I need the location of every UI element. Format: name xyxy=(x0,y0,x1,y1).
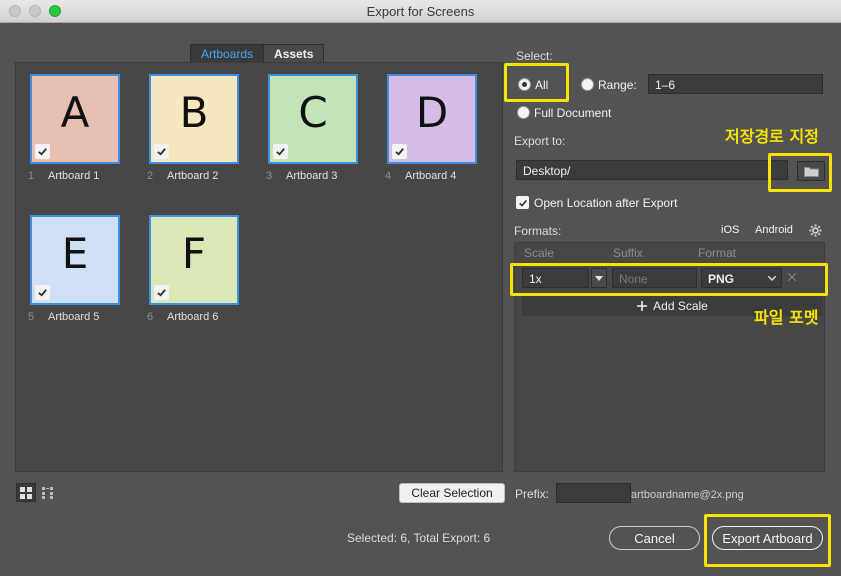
artboard-thumbnail[interactable]: F xyxy=(149,215,239,305)
artboard-number: 6 xyxy=(147,311,154,323)
artboard-thumbnail[interactable]: A xyxy=(30,74,120,164)
title-bar: Export for Screens xyxy=(0,0,841,23)
artboard-letter: B xyxy=(179,87,209,137)
open-location-checkbox[interactable] xyxy=(516,196,529,209)
artboard-checkbox[interactable] xyxy=(154,285,169,300)
suffix-column-header: Suffix xyxy=(613,246,643,260)
list-view-icon xyxy=(41,486,53,499)
artboard-number: 1 xyxy=(28,170,35,182)
artboard-letter: F xyxy=(181,228,207,278)
artboard-tile[interactable]: B 2 Artboard 2 xyxy=(147,74,239,182)
tab-bar: Artboards Assets xyxy=(190,44,325,63)
artboard-label: 2 Artboard 2 xyxy=(147,170,277,182)
grid-view-icon xyxy=(20,486,32,499)
highlight-box xyxy=(768,153,832,192)
artboard-letter: A xyxy=(60,87,90,137)
list-view-button[interactable] xyxy=(38,483,58,502)
window-title: Export for Screens xyxy=(366,4,475,19)
grid-view-button[interactable] xyxy=(16,483,36,502)
artboard-name: Artboard 6 xyxy=(167,311,219,323)
range-radio-label: Range: xyxy=(598,78,637,92)
checkmark-icon xyxy=(157,289,166,297)
artboard-label: 3 Artboard 3 xyxy=(266,170,396,182)
artboard-checkbox[interactable] xyxy=(35,144,50,159)
checkmark-icon xyxy=(38,148,47,156)
cancel-button[interactable]: Cancel xyxy=(609,526,700,550)
artboard-number: 3 xyxy=(266,170,273,182)
range-input[interactable]: 1–6 xyxy=(648,74,823,94)
select-label: Select: xyxy=(516,49,553,63)
artboard-checkbox[interactable] xyxy=(154,144,169,159)
artboard-number: 5 xyxy=(28,311,35,323)
artboard-label: 4 Artboard 4 xyxy=(385,170,515,182)
add-scale-label: Add Scale xyxy=(653,299,708,313)
artboard-letter: E xyxy=(61,228,89,278)
highlight-box xyxy=(510,263,828,296)
prefix-input[interactable] xyxy=(556,483,631,503)
export-path-field[interactable]: Desktop/ xyxy=(516,160,788,180)
artboard-tile[interactable]: C 3 Artboard 3 xyxy=(266,74,358,182)
highlight-box xyxy=(704,514,831,567)
artboard-number: 4 xyxy=(385,170,392,182)
artboard-label: 1 Artboard 1 xyxy=(28,170,158,182)
gear-icon xyxy=(808,223,822,237)
artboard-tile[interactable]: A 1 Artboard 1 xyxy=(28,74,120,182)
export-to-label: Export to: xyxy=(514,134,566,148)
artboard-name: Artboard 3 xyxy=(286,170,338,182)
artboard-label: 5 Artboard 5 xyxy=(28,311,158,323)
artboard-label: 6 Artboard 6 xyxy=(147,311,277,323)
artboard-letter: D xyxy=(415,87,449,137)
format-column-header: Format xyxy=(698,246,737,260)
checkmark-icon xyxy=(276,148,285,156)
settings-gear-button[interactable] xyxy=(808,223,822,237)
artboard-tile[interactable]: D 4 Artboard 4 xyxy=(385,74,477,182)
checkmark-icon xyxy=(38,289,47,297)
scale-column-header: Scale xyxy=(524,246,555,260)
checkmark-icon xyxy=(157,148,166,156)
checkmark-icon xyxy=(518,199,527,207)
artboard-checkbox[interactable] xyxy=(273,144,288,159)
highlight-box xyxy=(504,63,569,102)
checkmark-icon xyxy=(395,148,404,156)
annotation-save-path: 저장경로 지정 xyxy=(725,127,819,146)
export-status: Selected: 6, Total Export: 6 xyxy=(347,531,491,545)
artboard-tile[interactable]: E 5 Artboard 5 xyxy=(28,215,120,323)
tab-artboards[interactable]: Artboards xyxy=(191,45,265,62)
artboard-thumbnail[interactable]: D xyxy=(387,74,477,164)
range-radio[interactable] xyxy=(581,78,594,91)
artboard-name: Artboard 4 xyxy=(405,170,457,182)
ios-preset-button[interactable]: iOS xyxy=(721,224,739,236)
prefix-label: Prefix: xyxy=(515,487,550,501)
artboard-thumbnail[interactable]: E xyxy=(30,215,120,305)
artboard-name: Artboard 1 xyxy=(48,170,100,182)
artboard-letter: C xyxy=(298,87,328,137)
artboard-thumbnail[interactable]: B xyxy=(149,74,239,164)
android-preset-button[interactable]: Android xyxy=(755,224,793,236)
artboard-checkbox[interactable] xyxy=(392,144,407,159)
artboard-checkbox[interactable] xyxy=(35,285,50,300)
formats-label: Formats: xyxy=(514,224,562,238)
filename-preview: artboardname@2x.png xyxy=(631,489,744,501)
plus-icon xyxy=(637,301,648,311)
full-document-label: Full Document xyxy=(534,106,612,120)
artboard-name: Artboard 5 xyxy=(48,311,100,323)
annotation-file-format: 파일 포멧 xyxy=(754,308,819,327)
clear-selection-button[interactable]: Clear Selection xyxy=(399,483,505,503)
artboard-tile[interactable]: F 6 Artboard 6 xyxy=(147,215,239,323)
tab-assets[interactable]: Assets xyxy=(264,45,324,62)
artboard-thumbnail[interactable]: C xyxy=(268,74,358,164)
full-document-radio[interactable] xyxy=(517,106,530,119)
artboard-name: Artboard 2 xyxy=(167,170,219,182)
open-location-label: Open Location after Export xyxy=(534,196,678,210)
artboard-number: 2 xyxy=(147,170,154,182)
